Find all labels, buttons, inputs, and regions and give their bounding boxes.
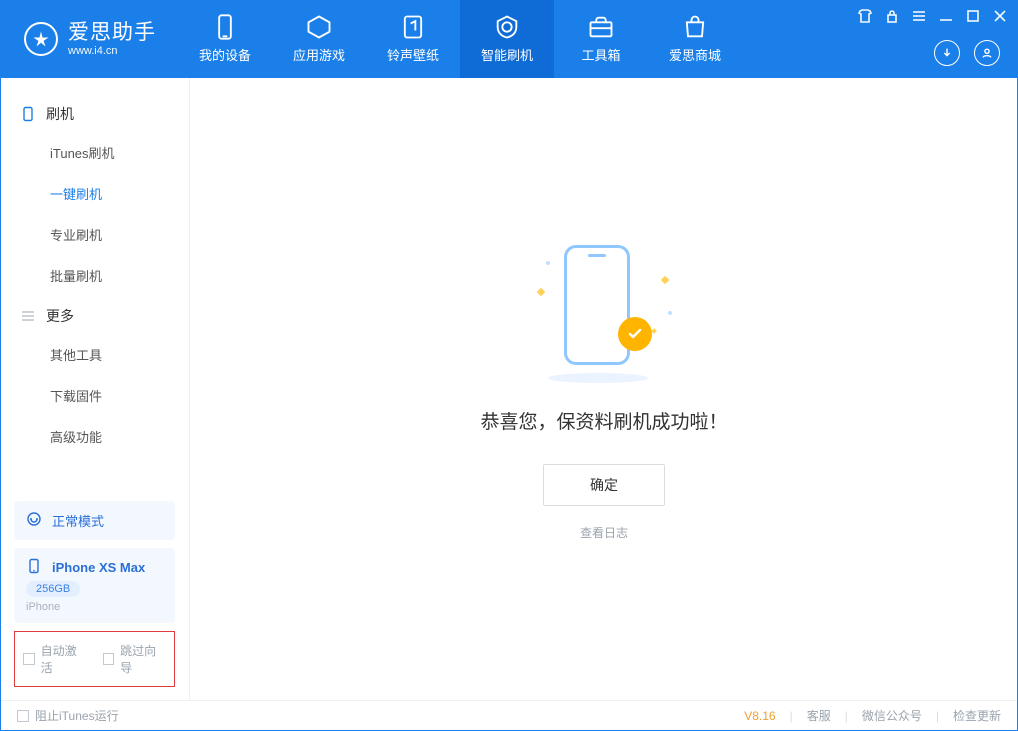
store-icon [681,15,709,39]
checkbox-skip-guide[interactable]: 跳过向导 [103,642,167,676]
device-type: iPhone [26,601,60,613]
device-icon [211,15,239,39]
sidebar-group-title: 刷机 [46,104,74,124]
sidebar-group-title: 更多 [46,306,74,326]
tab-smart-flash[interactable]: 智能刷机 [460,0,554,78]
mode-card[interactable]: 正常模式 [14,501,175,540]
lock-icon[interactable] [884,8,900,24]
tab-label: 工具箱 [581,45,620,64]
device-small-icon [26,558,42,577]
sidebar-group-more: 更多 [0,296,189,334]
brand-logo-icon [24,22,58,56]
close-icon[interactable] [992,8,1008,24]
sidebar-group-flash: 刷机 [0,94,189,132]
tab-toolbox[interactable]: 工具箱 [554,0,648,78]
checkbox-label: 跳过向导 [120,642,166,676]
tab-store[interactable]: 爱思商城 [648,0,742,78]
tab-label: 应用游戏 [293,45,345,64]
status-link-wechat[interactable]: 微信公众号 [862,707,922,724]
user-icon[interactable] [974,40,1000,66]
phone-illustration-icon [564,245,630,365]
sidebar-item-oneclick-flash[interactable]: 一键刷机 [0,173,189,214]
minimize-icon[interactable] [938,8,954,24]
main-tabs: 我的设备 应用游戏 铃声壁纸 智能刷机 工具箱 爱思商城 [178,0,742,78]
checkmark-badge-icon [618,317,652,351]
device-name: iPhone XS Max [52,560,145,575]
sidebar-item-download-firmware[interactable]: 下载固件 [0,375,189,416]
tab-label: 智能刷机 [481,45,533,64]
maximize-icon[interactable] [965,8,981,24]
sidebar-item-itunes-flash[interactable]: iTunes刷机 [0,132,189,173]
flash-options-row: 自动激活 跳过向导 [14,631,175,687]
apps-icon [305,15,333,39]
status-link-support[interactable]: 客服 [807,707,831,724]
checkbox-block-itunes[interactable]: 阻止iTunes运行 [17,707,119,724]
status-bar: 阻止iTunes运行 V8.16 | 客服 | 微信公众号 | 检查更新 [1,700,1017,730]
checkbox-auto-activate[interactable]: 自动激活 [23,642,87,676]
success-illustration [534,239,674,379]
brand-title: 爱思助手 [68,21,156,44]
ok-button[interactable]: 确定 [543,464,665,506]
checkbox-label: 阻止iTunes运行 [35,707,119,724]
mode-label: 正常模式 [52,511,104,530]
view-log-link[interactable]: 查看日志 [580,524,628,541]
tshirt-icon[interactable] [857,8,873,24]
refresh-icon [26,511,42,530]
phone-small-icon [20,106,36,122]
tab-my-device[interactable]: 我的设备 [178,0,272,78]
header-quick-actions [934,40,1000,66]
sidebar: 刷机 iTunes刷机 一键刷机 专业刷机 批量刷机 更多 其他工具 下载固件 … [0,78,190,701]
brand-url: www.i4.cn [68,45,156,57]
tab-label: 我的设备 [199,45,251,64]
app-header: 爱思助手 www.i4.cn 我的设备 应用游戏 铃声壁纸 智能刷机 工具箱 爱… [0,0,1018,78]
tab-ringtone-wallpaper[interactable]: 铃声壁纸 [366,0,460,78]
device-capacity: 256GB [26,581,80,597]
tab-label: 铃声壁纸 [387,45,439,64]
ringtone-icon [399,15,427,39]
menu-icon[interactable] [911,8,927,24]
sidebar-item-batch-flash[interactable]: 批量刷机 [0,255,189,296]
sidebar-item-advanced[interactable]: 高级功能 [0,416,189,457]
brand: 爱思助手 www.i4.cn [0,0,178,78]
download-icon[interactable] [934,40,960,66]
window-controls [857,8,1008,24]
flash-icon [493,15,521,39]
tab-apps-games[interactable]: 应用游戏 [272,0,366,78]
sidebar-item-other-tools[interactable]: 其他工具 [0,334,189,375]
checkbox-label: 自动激活 [41,642,87,676]
sidebar-item-pro-flash[interactable]: 专业刷机 [0,214,189,255]
success-title: 恭喜您，保资料刷机成功啦！ [480,407,727,434]
tab-label: 爱思商城 [669,45,721,64]
status-link-update[interactable]: 检查更新 [953,707,1001,724]
device-card[interactable]: iPhone XS Max 256GB iPhone [14,548,175,623]
toolbox-icon [587,15,615,39]
version-label: V8.16 [744,709,775,723]
list-small-icon [20,308,36,324]
main-content: 恭喜您，保资料刷机成功啦！ 确定 查看日志 [190,78,1018,701]
